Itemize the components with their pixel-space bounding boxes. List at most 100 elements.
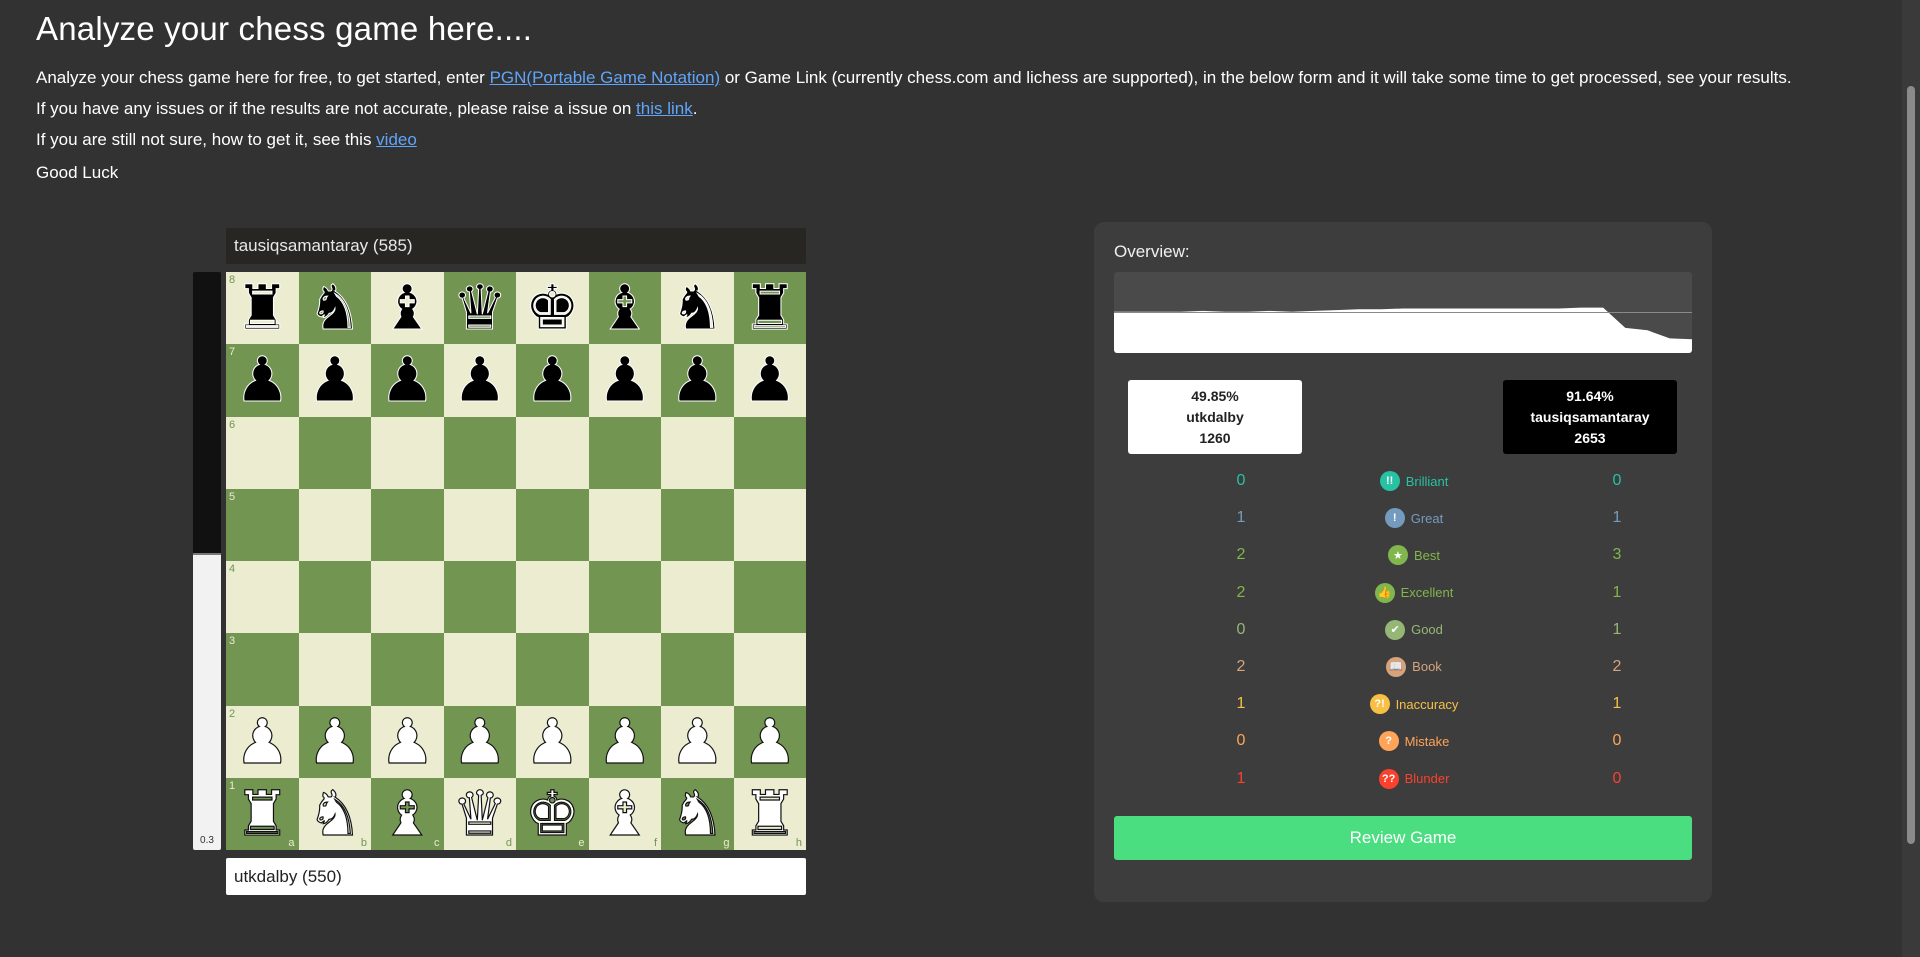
square-c5[interactable] [371, 488, 444, 561]
square-b7[interactable]: ♟ [298, 344, 371, 417]
square-d3[interactable] [443, 633, 516, 706]
square-d1[interactable]: d ♛ [443, 777, 516, 850]
square-h1[interactable]: h ♜ [733, 777, 806, 850]
white-rook-icon[interactable]: ♜ [741, 782, 798, 845]
square-f4[interactable] [588, 561, 661, 634]
square-c2[interactable]: ♟ [371, 705, 444, 778]
black-rook-icon[interactable]: ♜ [741, 276, 798, 339]
white-pawn-icon[interactable]: ♟ [234, 710, 291, 773]
square-c3[interactable] [371, 633, 444, 706]
white-knight-icon[interactable]: ♞ [669, 782, 726, 845]
square-b5[interactable] [298, 488, 371, 561]
square-g2[interactable]: ♟ [661, 705, 734, 778]
black-pawn-icon[interactable]: ♟ [451, 348, 508, 411]
square-d4[interactable] [443, 561, 516, 634]
white-pawn-icon[interactable]: ♟ [379, 710, 436, 773]
pgn-link[interactable]: PGN(Portable Game Notation) [490, 68, 721, 87]
black-pawn-icon[interactable]: ♟ [669, 348, 726, 411]
black-bishop-icon[interactable]: ♝ [596, 276, 653, 339]
square-d2[interactable]: ♟ [443, 705, 516, 778]
white-knight-icon[interactable]: ♞ [306, 782, 363, 845]
square-e5[interactable] [516, 488, 589, 561]
square-c7[interactable]: ♟ [371, 344, 444, 417]
white-queen-icon[interactable]: ♛ [451, 782, 508, 845]
square-g4[interactable] [661, 561, 734, 634]
square-b3[interactable] [298, 633, 371, 706]
square-h5[interactable] [733, 488, 806, 561]
square-a8[interactable]: 8 ♜ [226, 272, 299, 345]
black-pawn-icon[interactable]: ♟ [596, 348, 653, 411]
black-knight-icon[interactable]: ♞ [306, 276, 363, 339]
square-d6[interactable] [443, 416, 516, 489]
review-game-button[interactable]: Review Game [1114, 816, 1692, 860]
white-king-icon[interactable]: ♚ [524, 782, 581, 845]
square-g7[interactable]: ♟ [661, 344, 734, 417]
square-b1[interactable]: b ♞ [298, 777, 371, 850]
square-g3[interactable] [661, 633, 734, 706]
square-c8[interactable]: ♝ [371, 272, 444, 345]
square-e2[interactable]: ♟ [516, 705, 589, 778]
black-pawn-icon[interactable]: ♟ [379, 348, 436, 411]
white-pawn-icon[interactable]: ♟ [669, 710, 726, 773]
square-b2[interactable]: ♟ [298, 705, 371, 778]
white-pawn-icon[interactable]: ♟ [306, 710, 363, 773]
square-d8[interactable]: ♛ [443, 272, 516, 345]
square-d7[interactable]: ♟ [443, 344, 516, 417]
square-h3[interactable] [733, 633, 806, 706]
issue-link[interactable]: this link [636, 99, 693, 118]
square-e4[interactable] [516, 561, 589, 634]
white-pawn-icon[interactable]: ♟ [741, 710, 798, 773]
black-pawn-icon[interactable]: ♟ [741, 348, 798, 411]
page-scrollbar[interactable] [1902, 0, 1920, 957]
video-link[interactable]: video [376, 130, 417, 149]
square-f2[interactable]: ♟ [588, 705, 661, 778]
white-bishop-icon[interactable]: ♝ [596, 782, 653, 845]
square-e1[interactable]: e ♚ [516, 777, 589, 850]
square-g8[interactable]: ♞ [661, 272, 734, 345]
square-b8[interactable]: ♞ [298, 272, 371, 345]
square-h4[interactable] [733, 561, 806, 634]
square-a3[interactable]: 3 [226, 633, 299, 706]
square-e7[interactable]: ♟ [516, 344, 589, 417]
square-f3[interactable] [588, 633, 661, 706]
square-a5[interactable]: 5 [226, 488, 299, 561]
square-c6[interactable] [371, 416, 444, 489]
square-a1[interactable]: 1 a ♜ [226, 777, 299, 850]
scrollbar-thumb[interactable] [1907, 86, 1915, 844]
white-pawn-icon[interactable]: ♟ [451, 710, 508, 773]
black-queen-icon[interactable]: ♛ [451, 276, 508, 339]
square-f8[interactable]: ♝ [588, 272, 661, 345]
square-e8[interactable]: ♚ [516, 272, 589, 345]
square-h7[interactable]: ♟ [733, 344, 806, 417]
square-a6[interactable]: 6 [226, 416, 299, 489]
square-g6[interactable] [661, 416, 734, 489]
square-g1[interactable]: g ♞ [661, 777, 734, 850]
black-rook-icon[interactable]: ♜ [234, 276, 291, 339]
square-f6[interactable] [588, 416, 661, 489]
square-f5[interactable] [588, 488, 661, 561]
square-h2[interactable]: ♟ [733, 705, 806, 778]
black-bishop-icon[interactable]: ♝ [379, 276, 436, 339]
square-h6[interactable] [733, 416, 806, 489]
white-bishop-icon[interactable]: ♝ [379, 782, 436, 845]
black-pawn-icon[interactable]: ♟ [524, 348, 581, 411]
black-pawn-icon[interactable]: ♟ [306, 348, 363, 411]
square-f1[interactable]: f ♝ [588, 777, 661, 850]
white-pawn-icon[interactable]: ♟ [524, 710, 581, 773]
white-rook-icon[interactable]: ♜ [234, 782, 291, 845]
square-c4[interactable] [371, 561, 444, 634]
square-a2[interactable]: 2 ♟ [226, 705, 299, 778]
square-c1[interactable]: c ♝ [371, 777, 444, 850]
square-b6[interactable] [298, 416, 371, 489]
black-king-icon[interactable]: ♚ [524, 276, 581, 339]
square-b4[interactable] [298, 561, 371, 634]
black-pawn-icon[interactable]: ♟ [234, 348, 291, 411]
white-pawn-icon[interactable]: ♟ [596, 710, 653, 773]
square-d5[interactable] [443, 488, 516, 561]
square-h8[interactable]: ♜ [733, 272, 806, 345]
square-g5[interactable] [661, 488, 734, 561]
square-f7[interactable]: ♟ [588, 344, 661, 417]
square-e3[interactable] [516, 633, 589, 706]
black-knight-icon[interactable]: ♞ [669, 276, 726, 339]
square-a7[interactable]: 7 ♟ [226, 344, 299, 417]
